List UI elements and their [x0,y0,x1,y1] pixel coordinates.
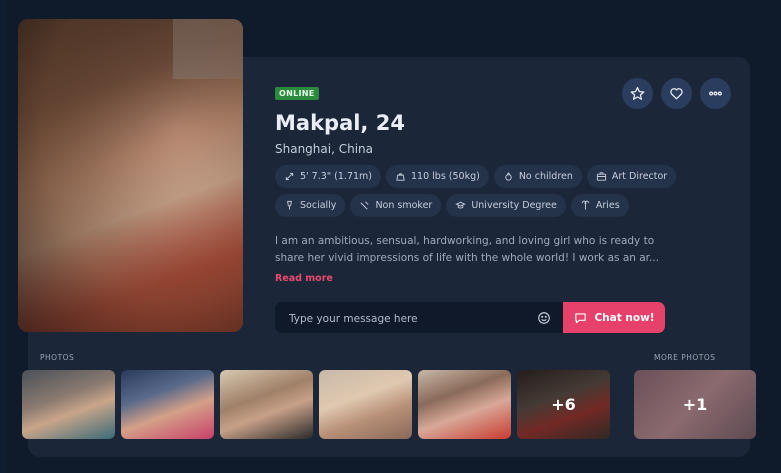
more-icon [709,91,722,96]
photo-thumbnail-extra[interactable]: +6 [517,370,610,439]
photos-label: PHOTOS [40,353,75,362]
chip-height: 5' 7.3" (1.71m) [275,165,381,188]
background-edge [0,0,6,473]
height-icon [285,172,294,181]
profile-bio: I am an ambitious, sensual, hardworking,… [275,235,660,264]
chip-weight: 110 lbs (50kg) [386,165,489,188]
emoji-icon[interactable] [537,311,551,325]
star-icon [630,86,645,100]
read-more-link[interactable]: Read more [275,273,333,284]
photo-thumbnail[interactable] [22,370,115,439]
more-button[interactable] [700,78,731,109]
more-photos-tile[interactable]: +1 [634,370,756,439]
chip-label: University Degree [471,200,557,211]
chip-label: 110 lbs (50kg) [411,171,480,182]
chip-smoking: Non smoker [350,194,442,217]
zodiac-icon [581,200,590,210]
chip-label: No children [518,171,573,182]
favorite-button[interactable] [622,78,653,109]
chip-label: Socially [300,200,337,211]
attribute-chips: 5' 7.3" (1.71m) 110 lbs (50kg) No childr… [275,165,677,223]
briefcase-icon [596,172,606,181]
more-photos-count: +1 [682,395,708,414]
more-photos-label: MORE PHOTOS [654,353,716,362]
photo-thumbnail[interactable] [220,370,313,439]
children-icon [505,172,512,181]
chip-label: Art Director [611,171,668,182]
photo-strip: +6 [22,370,610,439]
message-box [275,302,563,333]
chat-now-label: Chat now! [594,311,655,324]
extra-photos-count: +6 [517,370,610,439]
chat-now-button[interactable]: Chat now! [563,302,665,333]
message-input[interactable] [287,309,531,328]
chip-education: University Degree [446,194,566,217]
chip-label: Non smoker [375,200,433,211]
smoking-icon [360,201,369,210]
photo-thumbnail[interactable] [319,370,412,439]
profile-actions [622,78,731,109]
profile-location: Shanghai, China [275,142,373,156]
profile-name: Makpal, 24 [275,111,405,135]
chip-zodiac: Aries [570,194,629,217]
chat-icon [575,312,587,323]
chip-occupation: Art Director [586,165,677,188]
photo-thumbnail[interactable] [121,370,214,439]
drink-icon [287,200,292,210]
photo-thumbnail[interactable] [418,370,511,439]
chip-label: 5' 7.3" (1.71m) [300,171,372,182]
online-badge: ONLINE [275,87,319,100]
heart-icon [670,88,683,100]
like-button[interactable] [661,78,692,109]
photo-shading [18,19,243,332]
chip-label: Aries [595,200,620,211]
education-icon [455,201,467,209]
chip-children: No children [493,165,582,188]
profile-photo[interactable] [18,19,243,332]
chip-drinking: Socially [275,194,346,217]
weight-icon [396,173,405,181]
